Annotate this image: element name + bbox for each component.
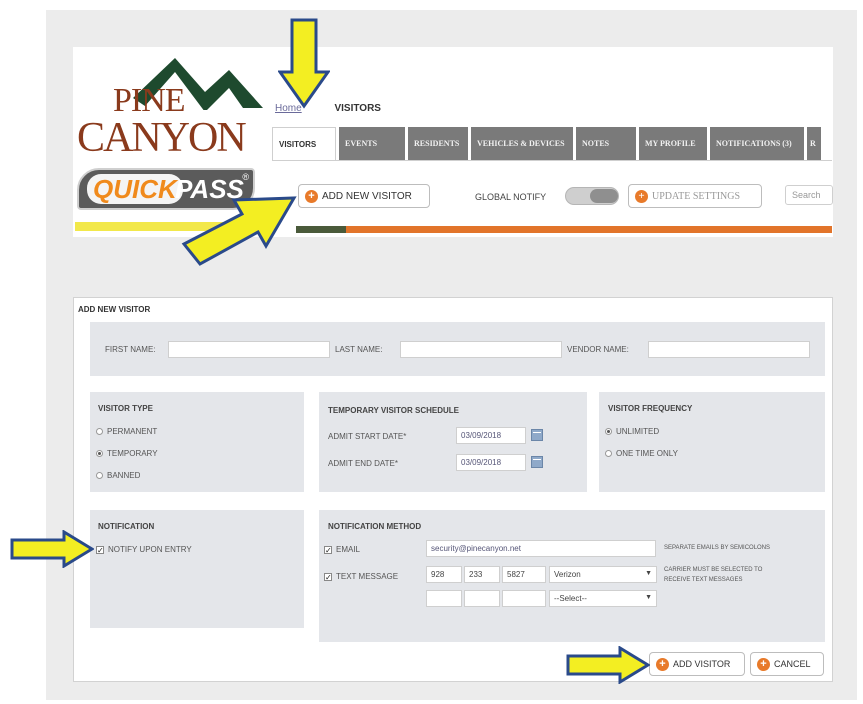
admit-end-label: ADMIT END DATE* — [328, 459, 398, 468]
arrow-right-icon — [566, 646, 650, 684]
phone-line-field-2[interactable] — [502, 590, 546, 607]
brand-registered: ® — [242, 172, 249, 182]
plus-circle-icon: + — [656, 657, 669, 671]
tab-events[interactable]: EVENTS — [339, 127, 405, 160]
phone-prefix-field-2[interactable] — [464, 590, 500, 607]
phone-prefix-field[interactable]: 233 — [464, 566, 500, 583]
add-visitor-button[interactable]: + ADD VISITOR — [649, 652, 745, 676]
radio-selected-icon — [605, 428, 612, 436]
arrow-right-icon — [10, 530, 94, 568]
carrier-hint-1: CARRIER MUST BE SELECTED TO — [664, 567, 763, 573]
carrier-hint-2: RECEIVE TEXT MESSAGES — [664, 577, 743, 583]
chevron-down-icon: ▼ — [645, 570, 652, 577]
checkbox-checked-icon: ✓ — [324, 572, 332, 582]
update-settings-label: UPDATE SETTINGS — [652, 190, 741, 202]
global-notify-toggle[interactable] — [565, 187, 619, 205]
plus-circle-icon: + — [635, 189, 648, 203]
cancel-label: CANCEL — [774, 659, 811, 669]
plus-circle-icon: + — [757, 657, 770, 671]
email-hint: SEPARATE EMAILS BY SEMICOLONS — [664, 545, 771, 551]
main-tabs: VISITORS EVENTS RESIDENTS VEHICLES & DEV… — [272, 127, 824, 160]
brand-quick: QUICK — [87, 174, 183, 204]
toolbar-progress-bar — [296, 226, 832, 233]
tab-residents[interactable]: RESIDENTS — [408, 127, 468, 160]
add-new-visitor-button[interactable]: + ADD NEW VISITOR — [298, 184, 430, 208]
checkbox-checked-icon: ✓ — [96, 545, 104, 555]
tab-notifications[interactable]: NOTIFICATIONS (3) — [710, 127, 804, 160]
admit-end-field[interactable]: 03/09/2018 — [456, 454, 526, 471]
email-checkbox[interactable]: ✓ EMAIL — [324, 545, 360, 554]
admit-start-label: ADMIT START DATE* — [328, 432, 407, 441]
notification-title: NOTIFICATION — [98, 522, 155, 531]
frequency-one-time[interactable]: ONE TIME ONLY — [605, 449, 678, 458]
carrier-select-2[interactable]: --Select-- ▼ — [549, 590, 657, 607]
first-name-field[interactable] — [168, 341, 330, 358]
visitor-type-temporary[interactable]: TEMPORARY — [96, 449, 158, 458]
visitor-type-title: VISITOR TYPE — [98, 404, 153, 413]
calendar-icon[interactable] — [531, 456, 543, 468]
phone-line-field[interactable]: 5827 — [502, 566, 546, 583]
radio-icon — [96, 472, 103, 480]
email-field[interactable]: security@pinecanyon.net — [426, 540, 656, 557]
brand-line2: CANYON — [77, 115, 247, 161]
first-name-label: FIRST NAME: — [105, 345, 156, 354]
radio-icon — [605, 450, 612, 458]
cancel-button[interactable]: + CANCEL — [750, 652, 824, 676]
plus-circle-icon: + — [305, 189, 318, 203]
vendor-name-label: VENDOR NAME: — [567, 345, 629, 354]
tab-visitors[interactable]: VISITORS — [272, 127, 336, 160]
update-settings-button[interactable]: + UPDATE SETTINGS — [628, 184, 762, 208]
arrow-up-right-icon — [181, 196, 297, 266]
notification-method-title: NOTIFICATION METHOD — [328, 522, 422, 531]
notify-upon-entry-checkbox[interactable]: ✓ NOTIFY UPON ENTRY — [96, 545, 192, 554]
admit-start-field[interactable]: 03/09/2018 — [456, 427, 526, 444]
radio-icon — [96, 428, 103, 436]
phone-area-field[interactable]: 928 — [426, 566, 462, 583]
visitor-type-permanent[interactable]: PERMANENT — [96, 427, 157, 436]
vendor-name-field[interactable] — [648, 341, 810, 358]
last-name-field[interactable] — [400, 341, 562, 358]
arrow-down-icon — [278, 18, 330, 109]
tab-notes[interactable]: NOTES — [576, 127, 636, 160]
radio-selected-icon — [96, 450, 103, 458]
tab-more[interactable]: R — [807, 127, 821, 160]
form-title: ADD NEW VISITOR — [78, 305, 151, 314]
add-visitor-label: ADD VISITOR — [673, 659, 731, 669]
text-message-checkbox[interactable]: ✓ TEXT MESSAGE — [324, 572, 398, 581]
toggle-knob — [590, 189, 618, 203]
checkbox-checked-icon: ✓ — [324, 545, 332, 555]
chevron-down-icon: ▼ — [645, 594, 652, 601]
breadcrumb-current: VISITORS — [334, 103, 381, 114]
add-new-visitor-label: ADD NEW VISITOR — [322, 190, 412, 202]
search-input[interactable]: Search — [785, 185, 833, 205]
frequency-title: VISITOR FREQUENCY — [608, 404, 693, 413]
toolbar-progress-accent — [296, 226, 346, 233]
carrier-select[interactable]: Verizon ▼ — [549, 566, 657, 583]
calendar-icon[interactable] — [531, 429, 543, 441]
phone-area-field-2[interactable] — [426, 590, 462, 607]
tab-my-profile[interactable]: MY PROFILE — [639, 127, 707, 160]
global-notify-label: GLOBAL NOTIFY — [475, 192, 547, 202]
schedule-title: TEMPORARY VISITOR SCHEDULE — [328, 406, 459, 415]
frequency-unlimited[interactable]: UNLIMITED — [605, 427, 659, 436]
visitor-type-banned[interactable]: BANNED — [96, 471, 140, 480]
tab-vehicles-devices[interactable]: VEHICLES & DEVICES — [471, 127, 573, 160]
last-name-label: LAST NAME: — [335, 345, 383, 354]
